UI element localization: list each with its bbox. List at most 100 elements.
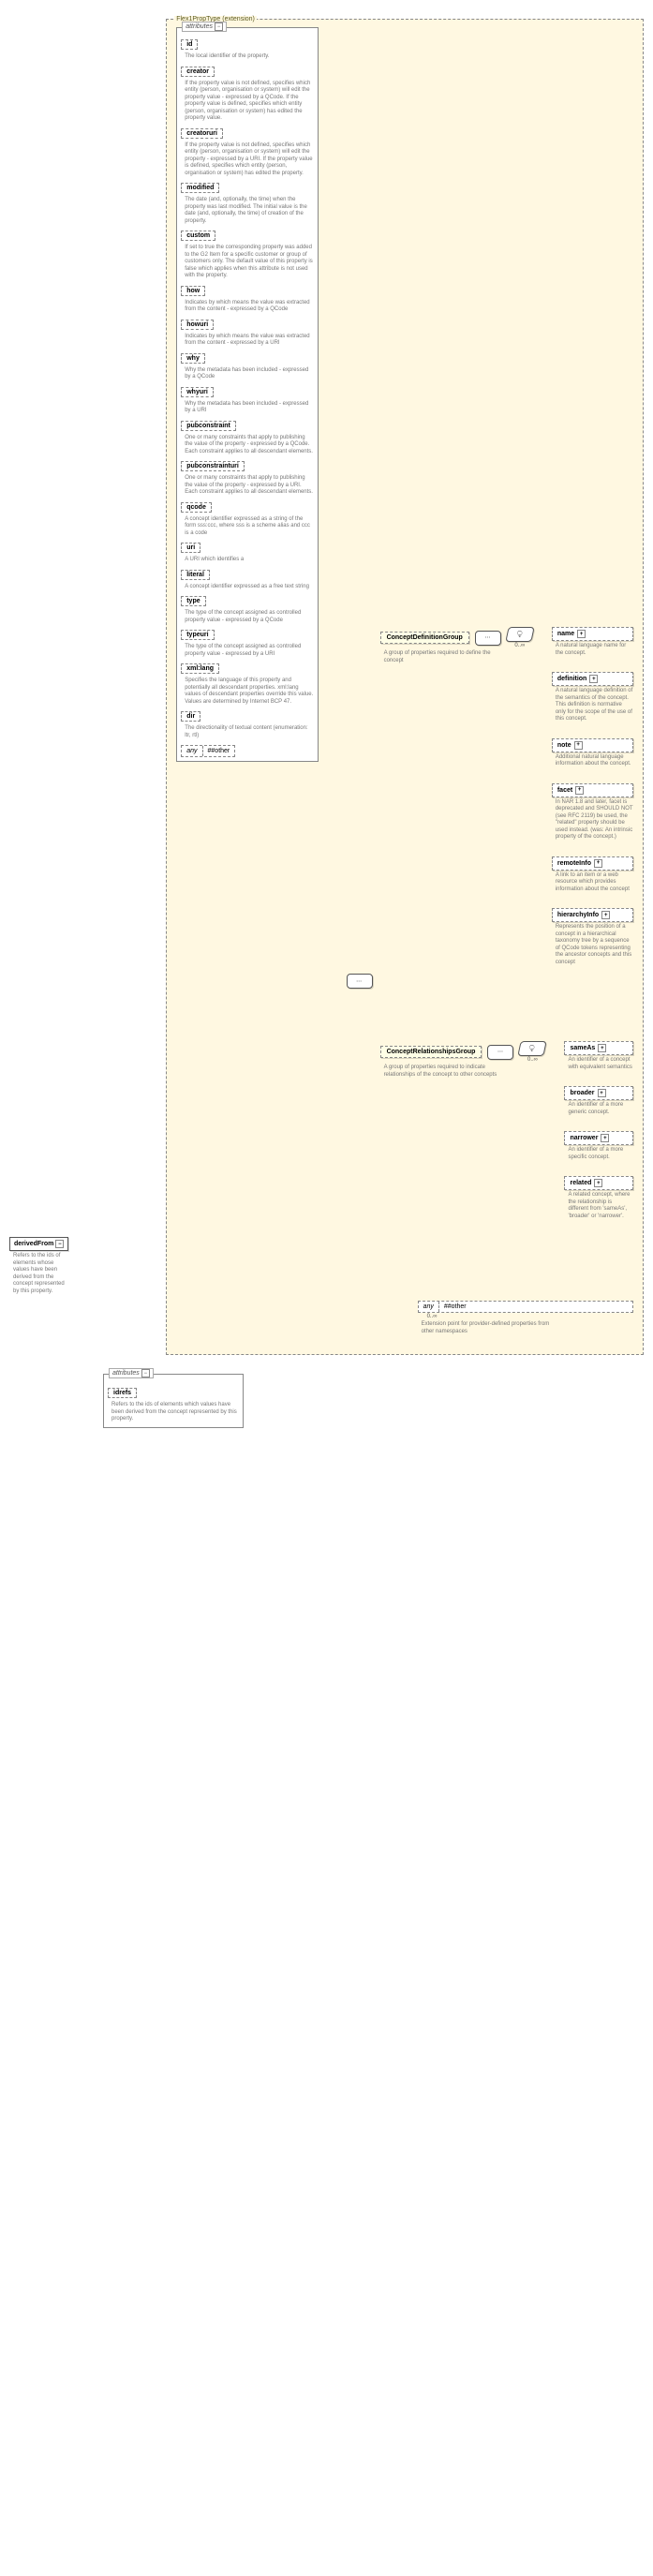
element-doc: Additional natural language information … — [556, 754, 633, 768]
sequence-compositor[interactable] — [475, 631, 501, 646]
attribute-doc: If set to true the corresponding propert… — [185, 245, 313, 280]
choice-compositor[interactable] — [518, 1041, 547, 1056]
element-box[interactable]: facet — [552, 783, 633, 797]
attributes-title[interactable]: attributes — [182, 22, 227, 32]
element-box[interactable]: hierarchyInfo — [552, 908, 633, 922]
element-facet: facet In NAR 1.8 and later, facet is depr… — [552, 783, 633, 841]
attribute-name[interactable]: pubconstrainturi — [181, 461, 245, 471]
attribute-name[interactable]: xml:lang — [181, 663, 219, 674]
expand-icon[interactable] — [575, 786, 584, 795]
sequence-compositor[interactable] — [487, 1045, 513, 1060]
group-rel-doc: A group of properties required to indica… — [384, 1065, 506, 1079]
occurrence: 0..∞ — [514, 643, 525, 648]
attribute-why: why Why the metadata has been included - … — [181, 353, 313, 381]
attribute-doc: Why the metadata has been included - exp… — [185, 401, 313, 415]
element-label: sameAs — [570, 1045, 595, 1051]
attribute-dir: dirThe directionality of textual content… — [181, 711, 313, 739]
element-label: note — [557, 742, 571, 749]
group-def-label: ConceptDefinitionGroup — [387, 634, 463, 641]
attribute-label: idrefs — [113, 1390, 131, 1396]
element-box[interactable]: name — [552, 627, 633, 641]
attribute-name[interactable]: modified — [181, 183, 219, 193]
attribute-name[interactable]: creatoruri — [181, 128, 223, 139]
sequence-compositor[interactable] — [347, 974, 373, 989]
attribute-name[interactable]: custom — [181, 231, 215, 241]
attribute-creator: creator If the property value is not defi… — [181, 67, 313, 123]
root-element-doc: Refers to the ids of elements whose valu… — [13, 1253, 69, 1295]
attribute-qcode: qcodeA concept identifier expressed as a… — [181, 502, 313, 538]
element-box[interactable]: related — [564, 1176, 633, 1190]
any-label: any — [419, 1302, 439, 1312]
collapse-icon[interactable] — [141, 1369, 150, 1377]
attribute-doc: Specifies the language of this property … — [185, 678, 313, 706]
attribute-doc: Indicates by which means the value was e… — [185, 334, 313, 348]
attribute-name[interactable]: why — [181, 353, 205, 364]
attribute-name[interactable]: literal — [181, 570, 210, 580]
collapse-icon[interactable] — [55, 1240, 64, 1248]
attributes-title-label: attributes — [112, 1370, 140, 1377]
attribute-doc: Refers to the ids of elements which valu… — [111, 1402, 239, 1423]
attribute-idrefs[interactable]: idrefs — [108, 1388, 137, 1398]
element-sameas: sameAsAn identifier of a concept with eq… — [564, 1041, 633, 1071]
element-box[interactable]: remoteInfo — [552, 856, 633, 871]
attribute-pubconstrainturi: pubconstrainturiOne or many constraints … — [181, 461, 313, 497]
element-narrower: narrowerAn identifier of a more specific… — [564, 1131, 633, 1161]
element-doc: A natural language name for the concept. — [556, 643, 633, 657]
attribute-name[interactable]: whyuri — [181, 387, 214, 397]
attribute-name[interactable]: how — [181, 286, 205, 296]
group-def[interactable]: ConceptDefinitionGroup — [380, 632, 469, 644]
attribute-name[interactable]: dir — [181, 711, 200, 722]
attribute-creatoruri: creatoruri If the property value is not d… — [181, 128, 313, 178]
attribute-name[interactable]: uri — [181, 543, 200, 553]
any-namespace: ##other — [439, 1302, 471, 1312]
element-doc: An identifier of a more generic concept. — [568, 1102, 633, 1116]
expand-icon[interactable] — [601, 911, 610, 919]
attribute-name[interactable]: typeuri — [181, 630, 214, 640]
attribute-xml-lang: xml:lang Specifies the language of this p… — [181, 663, 313, 706]
attributes-panel: attributes idThe local identifier of the… — [176, 27, 318, 762]
element-box[interactable]: definition — [552, 672, 633, 686]
element-box[interactable]: note — [552, 738, 633, 752]
expand-icon[interactable] — [598, 1044, 606, 1052]
attribute-name[interactable]: type — [181, 596, 205, 606]
group-def-doc: A group of properties required to define… — [384, 650, 497, 664]
attributes-title[interactable]: attributes — [109, 1368, 154, 1378]
any-element[interactable]: any ##other — [418, 1301, 633, 1313]
attribute-doc: A concept identifier expressed as a free… — [185, 584, 313, 591]
attribute-doc: Why the metadata has been included - exp… — [185, 367, 313, 381]
expand-icon[interactable] — [594, 1179, 602, 1187]
expand-icon[interactable] — [594, 859, 602, 868]
element-box[interactable]: broader — [564, 1086, 633, 1100]
attribute-pubconstraint: pubconstraintOne or many constraints tha… — [181, 421, 313, 456]
attribute-doc: The date (and, optionally, the time) whe… — [185, 197, 313, 225]
attribute-id: idThe local identifier of the property. — [181, 39, 313, 61]
attribute-name[interactable]: pubconstraint — [181, 421, 236, 431]
attribute-name[interactable]: howuri — [181, 320, 214, 330]
group-rel-label: ConceptRelationshipsGroup — [387, 1049, 476, 1055]
element-label: name — [557, 631, 574, 637]
root-element[interactable]: derivedFrom — [9, 1237, 68, 1251]
element-box[interactable]: narrower — [564, 1131, 633, 1145]
attribute-name[interactable]: qcode — [181, 502, 212, 513]
element-note: note Additional natural language informat… — [552, 738, 633, 768]
element-label: broader — [570, 1090, 594, 1096]
group-rel[interactable]: ConceptRelationshipsGroup — [380, 1046, 482, 1058]
expand-icon[interactable] — [598, 1089, 606, 1097]
attribute-uri: uriA URI which identifies a — [181, 543, 313, 564]
attribute-name[interactable]: id — [181, 39, 198, 50]
any-attribute[interactable]: any ##other — [181, 745, 235, 757]
attribute-name[interactable]: creator — [181, 67, 215, 77]
collapse-icon[interactable] — [215, 22, 223, 31]
element-definition: definitionA natural language definition … — [552, 672, 633, 723]
expand-icon[interactable] — [577, 630, 586, 638]
expand-icon[interactable] — [574, 741, 583, 750]
expand-icon[interactable] — [589, 675, 598, 683]
attribute-doc: If the property value is not defined, sp… — [185, 142, 313, 178]
choice-compositor[interactable] — [505, 627, 534, 642]
attribute-custom: custom If set to true the corresponding p… — [181, 231, 313, 280]
element-doc: In NAR 1.8 and later, facet is deprecate… — [556, 799, 633, 841]
expand-icon[interactable] — [601, 1134, 609, 1142]
element-label: facet — [557, 787, 572, 794]
attribute-doc: If the property value is not defined, sp… — [185, 81, 313, 123]
element-box[interactable]: sameAs — [564, 1041, 633, 1055]
